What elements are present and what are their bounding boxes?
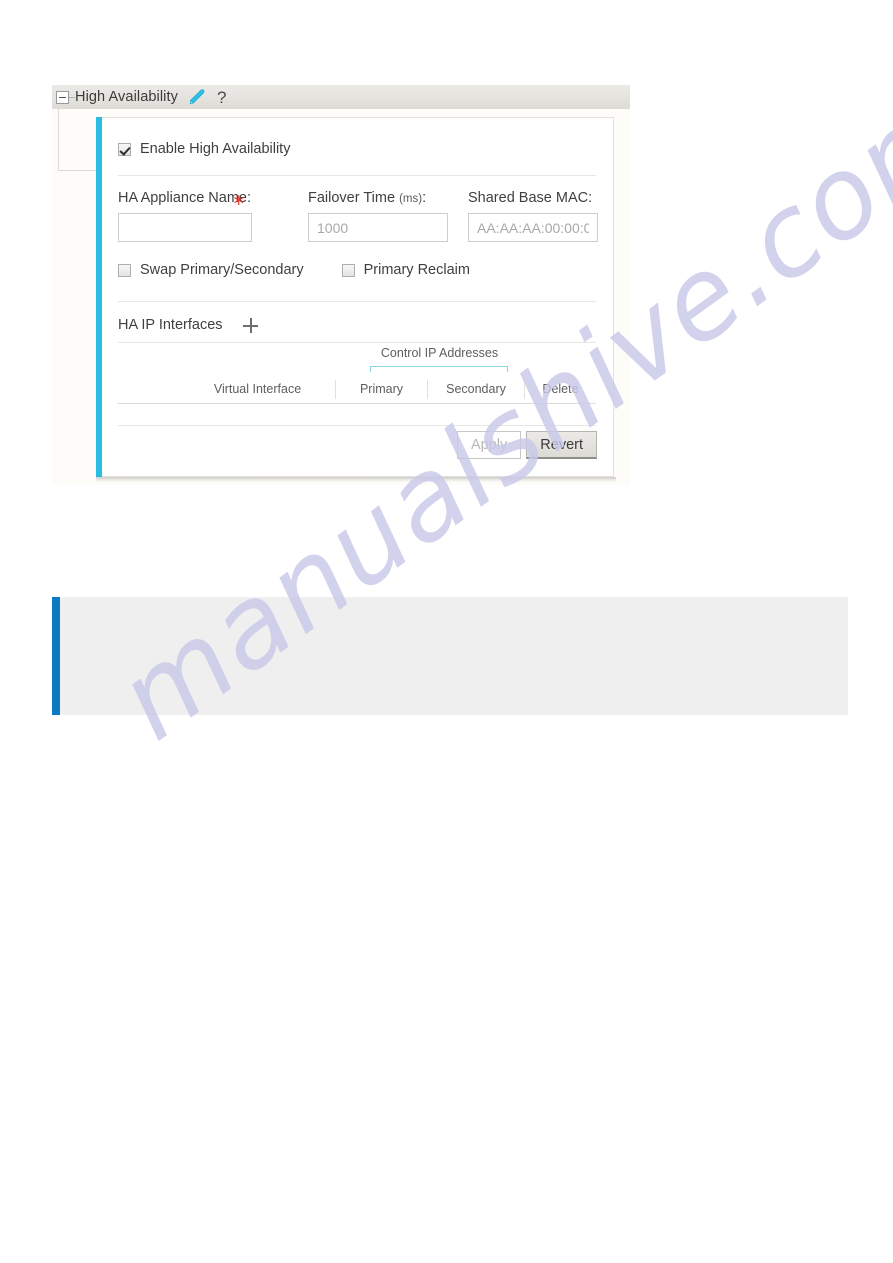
panel-button-row: Apply Revert [457,431,597,459]
shared-base-mac-label: Shared Base MAC: [468,190,593,206]
ha-options-row: Swap Primary/Secondary Primary Reclaim [118,262,470,278]
high-availability-panel: Enable High Availability HA Appliance Na… [96,117,614,477]
panel-bottom-shadow [96,477,616,482]
required-asterisk-icon: * [233,192,245,216]
enable-high-availability-label: Enable High Availability [140,141,291,157]
note-callout-accent-bar [52,597,60,715]
failover-time-label-colon: : [422,190,427,206]
shared-base-mac-input[interactable] [468,213,598,242]
divider [118,342,596,343]
column-header-primary[interactable]: Primary [335,379,427,399]
group-bracket [370,366,508,372]
table-bottom-rule [118,425,596,426]
panel-header: High Availability ? [52,85,630,109]
ha-fields-row: HA Appliance Name: * Failover Time (ms):… [118,190,598,242]
swap-primary-secondary-label: Swap Primary/Secondary [140,262,304,278]
help-icon[interactable]: ? [217,89,226,106]
failover-time-unit: (ms) [399,193,423,205]
panel-accent-bar [96,117,102,477]
revert-button[interactable]: Revert [526,431,597,459]
column-header-delete[interactable]: Delete [524,379,596,399]
apply-button[interactable]: Apply [457,431,522,459]
tree-connector-line [58,109,96,171]
divider [118,301,596,302]
ha-ip-interfaces-title: HA IP Interfaces [118,317,223,333]
ha-ip-interfaces-row: HA IP Interfaces [118,317,258,333]
collapse-toggle-icon[interactable] [56,90,69,104]
column-header-secondary[interactable]: Secondary [427,379,524,399]
divider [118,175,596,176]
table-column-headers: Virtual Interface Primary Secondary Dele… [118,375,596,404]
enable-high-availability-row[interactable]: Enable High Availability [118,141,290,157]
enable-high-availability-checkbox[interactable] [118,142,131,156]
ha-appliance-name-field: HA Appliance Name: * [118,190,252,242]
failover-time-input[interactable] [308,213,448,242]
failover-time-label-text: Failover Time [308,190,396,206]
swap-primary-secondary-checkbox[interactable] [118,263,131,277]
ha-appliance-name-label: HA Appliance Name: [118,190,251,206]
note-callout [52,597,848,715]
plus-icon[interactable] [242,317,258,333]
ha-appliance-name-input[interactable] [118,213,252,242]
shared-base-mac-field: Shared Base MAC: [468,190,598,242]
primary-reclaim-label: Primary Reclaim [363,262,470,278]
failover-time-label: Failover Time (ms): [308,190,448,206]
pencil-icon[interactable] [188,88,208,106]
page-title: High Availability [75,89,178,105]
table-leading-spacer [118,380,180,399]
column-header-virtual-interface[interactable]: Virtual Interface [180,380,335,399]
control-ip-addresses-group-header: Control IP Addresses [380,346,499,360]
primary-reclaim-checkbox[interactable] [341,263,355,277]
failover-time-field: Failover Time (ms): [308,190,448,242]
